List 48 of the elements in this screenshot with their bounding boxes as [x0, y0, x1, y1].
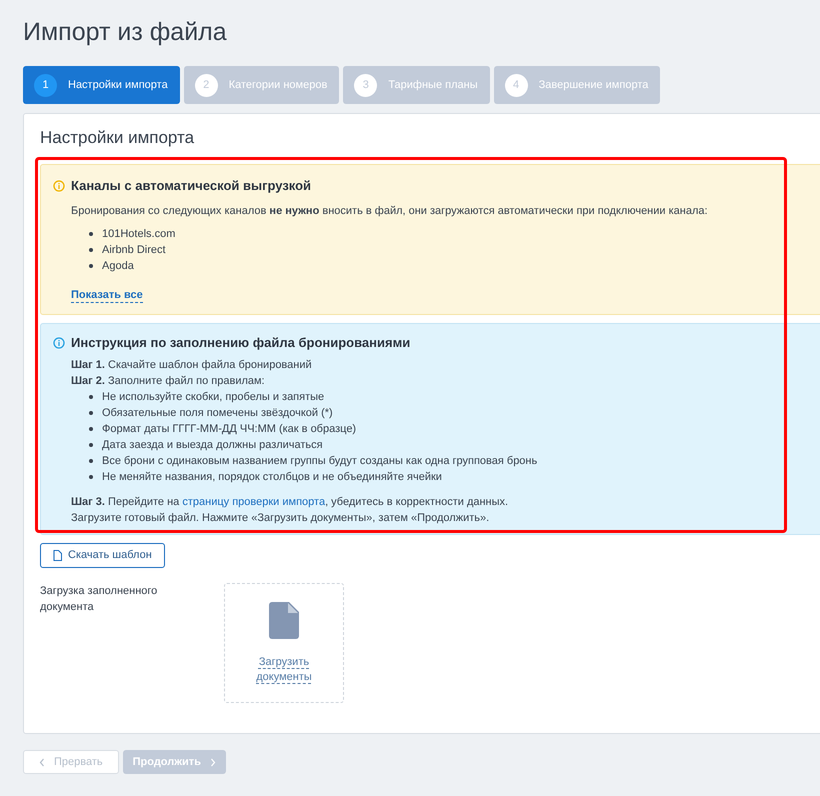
- step-label: Настройки импорта: [68, 78, 168, 93]
- channel-name: Agoda: [102, 259, 134, 274]
- document-icon: [53, 550, 62, 561]
- rule-text: Не меняйте названия, порядок столбцов и не объединяйте ячейки: [102, 470, 442, 485]
- bullet-icon: [89, 264, 93, 268]
- step-number: 2: [194, 74, 218, 96]
- bullet-icon: [89, 443, 93, 447]
- panel-title: Инструкция по заполнению файла бронированиями: [71, 334, 410, 352]
- bullet-icon: [89, 395, 93, 399]
- upload-dropzone[interactable]: Загрузить документы: [224, 583, 344, 703]
- bullet-icon: [89, 248, 93, 252]
- import-check-link[interactable]: страницу проверки импорта: [182, 496, 326, 508]
- instruction-step: Шаг 3. Перейдите на страницу проверки импорта, убедитесь в корректности данных.: [71, 494, 508, 510]
- bullet-icon: [89, 427, 93, 431]
- bullet-icon: [89, 459, 93, 463]
- document-icon: [269, 602, 299, 639]
- upload-label: Загрузка заполненного документа: [40, 584, 158, 615]
- instruction-step: Шаг 1. Скачайте шаблон файла бронирований: [71, 357, 312, 373]
- rule-text: Обязательные поля помечены звёздочкой (*): [102, 406, 333, 421]
- info-icon: [53, 337, 65, 349]
- rule-text: Дата заезда и выезда должны различаться: [102, 438, 323, 453]
- step-label: Тарифные планы: [388, 78, 478, 93]
- rule-text: Не используйте скобки, пробелы и запятые: [102, 390, 324, 405]
- rule-text: Все брони с одинаковым названием группы будут созданы как одна групповая бронь: [102, 454, 538, 469]
- upload-documents-link[interactable]: Загрузить документы: [249, 655, 319, 685]
- bullet-icon: [89, 475, 93, 479]
- instruction-step: Шаг 2. Заполните файл по правилам:: [71, 373, 265, 389]
- chevron-left-icon: [39, 758, 45, 766]
- chevron-right-icon: [210, 758, 216, 766]
- step-number: 4: [504, 74, 528, 96]
- card-title: Настройки импорта: [40, 127, 194, 149]
- show-all-link[interactable]: Показать все: [71, 288, 143, 303]
- instruction-note: Загрузите готовый файл. Нажмите «Загрузить документы», затем «Продолжить».: [71, 511, 490, 526]
- info-icon: [53, 180, 65, 192]
- page-title: Импорт из файла: [23, 17, 228, 48]
- panel-text: Бронирования со следующих каналов не нужно вносить в файл, они загружаются автоматически при подключении канала:: [71, 204, 708, 219]
- rule-text: Формат даты ГГГГ-ММ-ДД ЧЧ:ММ (как в образце): [102, 422, 356, 437]
- channel-name: 101Hotels.com: [102, 227, 176, 242]
- step-label: Завершение импорта: [538, 78, 648, 93]
- download-template-button[interactable]: Скачать шаблон: [40, 543, 165, 568]
- step-tab[interactable]: 1 Настройки импорта: [23, 66, 180, 104]
- channel-name: Airbnb Direct: [102, 243, 166, 258]
- step-number: 3: [354, 74, 378, 96]
- bullet-icon: [89, 411, 93, 415]
- step-number: 1: [34, 74, 57, 96]
- step-label: Категории номеров: [228, 78, 328, 93]
- panel-title: Каналы с автоматической выгрузкой: [71, 177, 312, 195]
- bullet-icon: [89, 232, 93, 236]
